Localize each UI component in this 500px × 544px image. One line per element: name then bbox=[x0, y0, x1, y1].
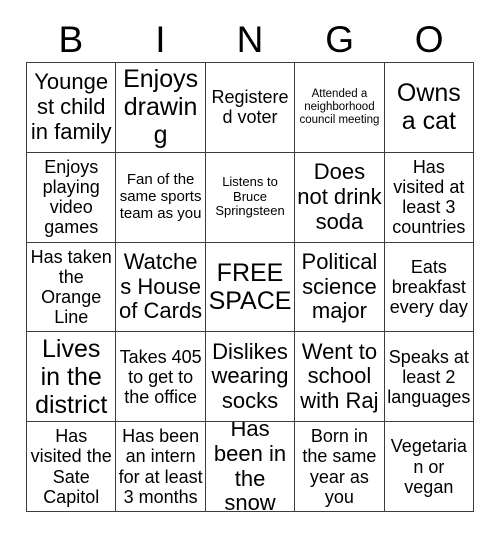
bingo-cell-text: Dislikes wearing socks bbox=[211, 338, 289, 414]
bingo-cell-text: Owns a cat bbox=[396, 79, 461, 136]
bingo-cell-text: Has taken the Orange Line bbox=[30, 246, 112, 328]
bingo-cell-g1[interactable]: Attended a neighborhood council meeting bbox=[295, 63, 385, 153]
bingo-header-letter-g: G bbox=[325, 19, 354, 60]
bingo-header-letter-i: I bbox=[155, 19, 166, 60]
bingo-cell-text: Eats breakfast every day bbox=[389, 256, 468, 318]
bingo-cell-o2[interactable]: Has visited at least 3 countries bbox=[384, 152, 475, 243]
bingo-cell-b5[interactable]: Has visited the Sate Capitol bbox=[27, 422, 117, 512]
bingo-cell-i3[interactable]: Watches House of Cards bbox=[116, 242, 206, 333]
bingo-cell-text: Political science major bbox=[301, 249, 378, 324]
bingo-cell-text: Has visited at least 3 countries bbox=[392, 156, 466, 238]
bingo-cell-b4[interactable]: Lives in the district bbox=[27, 332, 117, 423]
bingo-cell-text: Born in the same year as you bbox=[302, 426, 377, 507]
bingo-row: Youngest child in family Enjoys drawing … bbox=[27, 63, 475, 153]
bingo-cell-text: Enjoys drawing bbox=[123, 65, 199, 150]
bingo-cell-text: Has visited the Sate Capitol bbox=[30, 426, 112, 507]
bingo-cell-b1[interactable]: Youngest child in family bbox=[27, 63, 117, 153]
bingo-cell-text: Speaks at least 2 languages bbox=[387, 346, 471, 407]
bingo-header-letter-n: N bbox=[236, 19, 264, 60]
bingo-cell-i2[interactable]: Fan of the same sports team as you bbox=[116, 152, 206, 243]
bingo-cell-o4[interactable]: Speaks at least 2 languages bbox=[384, 332, 475, 423]
bingo-header-letter-o: O bbox=[414, 19, 444, 60]
bingo-cell-n1[interactable]: Registered voter bbox=[205, 63, 296, 153]
bingo-cell-g4[interactable]: Went to school with Raj bbox=[295, 332, 385, 423]
bingo-cell-text: Lives in the district bbox=[35, 334, 108, 419]
bingo-row: Has taken the Orange Line Watches House … bbox=[27, 242, 475, 333]
bingo-cell-i1[interactable]: Enjoys drawing bbox=[116, 63, 206, 153]
bingo-cell-o3[interactable]: Eats breakfast every day bbox=[384, 242, 475, 333]
bingo-grid: Youngest child in family Enjoys drawing … bbox=[26, 62, 475, 512]
bingo-header-letter-b: B bbox=[58, 19, 84, 60]
bingo-cell-o5[interactable]: Vegetarian or vegan bbox=[384, 422, 475, 512]
bingo-cell-text: Takes 405 to get to the office bbox=[119, 346, 202, 407]
bingo-cell-g5[interactable]: Born in the same year as you bbox=[295, 422, 385, 512]
bingo-cell-text: Youngest child in family bbox=[30, 69, 112, 144]
bingo-card: B I N G O Youngest child in family Enjoy… bbox=[0, 0, 500, 544]
bingo-cell-text: Enjoys playing video games bbox=[42, 156, 100, 238]
bingo-cell-text: Watches House of Cards bbox=[119, 249, 203, 324]
bingo-cell-text: Does not drink soda bbox=[297, 159, 382, 234]
bingo-cell-b3[interactable]: Has taken the Orange Line bbox=[27, 242, 117, 333]
bingo-cell-b2[interactable]: Enjoys playing video games bbox=[27, 152, 117, 243]
bingo-cell-text: Listens to Bruce Springsteen bbox=[215, 174, 285, 219]
bingo-cell-text: Attended a neighborhood council meeting bbox=[299, 88, 380, 126]
free-space-label: FREE SPACE bbox=[208, 258, 292, 315]
bingo-header: B I N G O bbox=[26, 17, 474, 62]
bingo-cell-g2[interactable]: Does not drink soda bbox=[295, 152, 385, 243]
bingo-cell-text: Registered voter bbox=[211, 87, 289, 128]
bingo-cell-i4[interactable]: Takes 405 to get to the office bbox=[116, 332, 206, 423]
bingo-cell-text: Has been an intern for at least 3 months bbox=[118, 426, 203, 507]
bingo-cell-text: Fan of the same sports team as you bbox=[119, 171, 202, 222]
bingo-cell-text: Has been in the snow bbox=[213, 422, 287, 512]
bingo-cell-n4[interactable]: Dislikes wearing socks bbox=[205, 332, 296, 423]
bingo-row: Has visited the Sate Capitol Has been an… bbox=[27, 422, 475, 512]
bingo-cell-n5[interactable]: Has been in the snow bbox=[205, 422, 296, 512]
bingo-cell-n2[interactable]: Listens to Bruce Springsteen bbox=[205, 152, 296, 243]
bingo-cell-g3[interactable]: Political science major bbox=[295, 242, 385, 333]
bingo-cell-i5[interactable]: Has been an intern for at least 3 months bbox=[116, 422, 206, 512]
bingo-row: Enjoys playing video games Fan of the sa… bbox=[27, 152, 475, 243]
bingo-cell-text: Vegetarian or vegan bbox=[390, 436, 467, 497]
bingo-cell-text: Went to school with Raj bbox=[300, 338, 379, 414]
bingo-cell-o1[interactable]: Owns a cat bbox=[384, 63, 475, 153]
bingo-row: Lives in the district Takes 405 to get t… bbox=[27, 332, 475, 423]
bingo-cell-free-space[interactable]: FREE SPACE bbox=[205, 242, 296, 333]
